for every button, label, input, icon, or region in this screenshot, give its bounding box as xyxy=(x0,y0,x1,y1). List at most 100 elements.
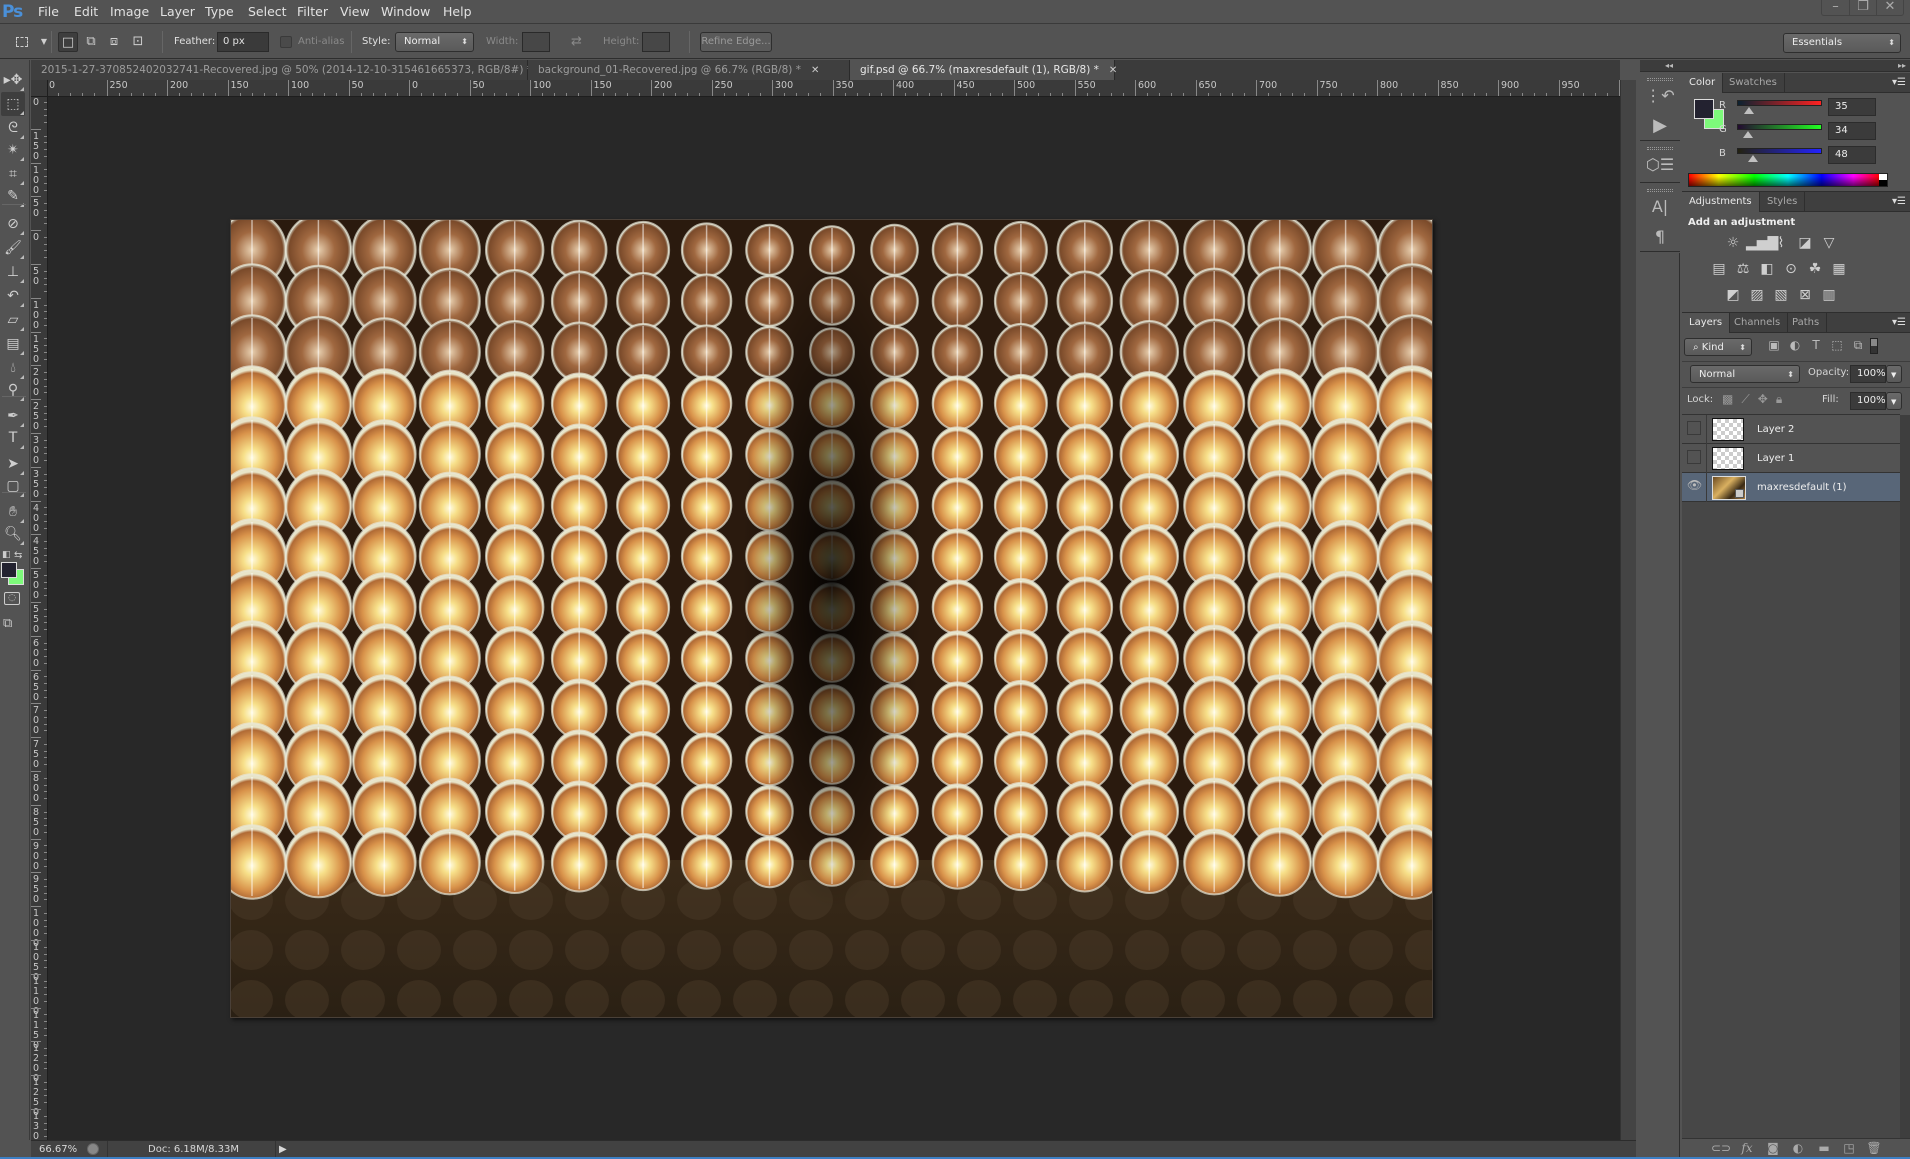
add-mask-icon[interactable]: ◙ xyxy=(1761,1139,1785,1157)
shape-tool-icon[interactable]: ▢ xyxy=(1,474,25,498)
vertical-ruler[interactable]: 0 150 100 50 0 50 100 150 200 250 300 350 400 450 500 5… xyxy=(31,97,48,1140)
screen-mode-icon[interactable]: ⧉ xyxy=(3,616,12,631)
panel-menu-icon[interactable]: ▾☰ xyxy=(1892,192,1906,212)
fill-dropdown-icon[interactable]: ▼ xyxy=(1886,392,1902,410)
lock-all-icon[interactable]: 🔒︎ xyxy=(1776,392,1782,407)
dodge-tool-icon[interactable]: ⚲ xyxy=(1,378,25,402)
new-selection-icon[interactable]: □ xyxy=(58,32,78,52)
add-to-selection-icon[interactable]: ⧉ xyxy=(81,32,101,52)
blur-tool-icon[interactable]: 💧︎ xyxy=(1,356,25,380)
character-icon[interactable]: A| xyxy=(1640,192,1680,222)
intersect-selection-icon[interactable]: ⊡ xyxy=(128,32,148,52)
lock-position-move-icon[interactable]: ✥ xyxy=(1758,392,1768,407)
hand-tool-icon[interactable]: ✋︎ xyxy=(1,500,25,524)
blue-slider-thumb[interactable] xyxy=(1747,155,1758,162)
close-tab-icon[interactable]: ✕ xyxy=(811,65,819,76)
black-white-icon[interactable]: ◧ xyxy=(1756,258,1778,280)
ruler-origin[interactable] xyxy=(31,80,48,97)
menu-select[interactable]: Select xyxy=(242,0,293,24)
paragraph-icon[interactable]: ¶ xyxy=(1640,222,1680,252)
vertical-scrollbar[interactable] xyxy=(1620,80,1636,1140)
layer-row-selected[interactable]: 👁︎ maxresdefault (1) xyxy=(1682,473,1900,502)
menu-file[interactable]: File xyxy=(32,0,65,24)
menu-image[interactable]: Image xyxy=(104,0,155,24)
smart-object-filter-icon[interactable]: ⧉ xyxy=(1849,338,1867,354)
marquee-tool-icon[interactable]: ⬚ xyxy=(1,92,25,116)
workspace-select[interactable]: Essentials ⬍ xyxy=(1783,33,1901,53)
menu-type[interactable]: Type xyxy=(199,0,240,24)
channel-mixer-icon[interactable]: ☘ xyxy=(1804,258,1826,280)
link-layers-icon[interactable]: ⊂⊃ xyxy=(1709,1139,1733,1157)
layer-filter-select[interactable]: ⌕ Kind ⬍ xyxy=(1684,338,1752,356)
photo-filter-icon[interactable]: ⊙ xyxy=(1780,258,1802,280)
levels-icon[interactable]: ▂▅▇ xyxy=(1746,232,1778,254)
menu-help[interactable]: Help xyxy=(437,0,478,24)
vibrance-icon[interactable]: ▽ xyxy=(1818,232,1840,254)
green-slider-thumb[interactable] xyxy=(1743,131,1754,138)
visibility-toggle[interactable] xyxy=(1687,421,1701,435)
tab-swatches[interactable]: Swatches xyxy=(1722,73,1785,93)
layer-name[interactable]: Layer 1 xyxy=(1757,444,1794,473)
layer-name[interactable]: maxresdefault (1) xyxy=(1757,473,1847,502)
red-slider-thumb[interactable] xyxy=(1743,107,1754,114)
lasso-tool-icon[interactable]: ᘓ xyxy=(1,116,25,140)
panel-menu-icon[interactable]: ▾☰ xyxy=(1892,73,1906,93)
healing-brush-tool-icon[interactable]: ⊘ xyxy=(1,212,25,236)
pen-tool-icon[interactable]: ✒ xyxy=(1,404,25,428)
shape-filter-icon[interactable]: ⬚ xyxy=(1828,338,1846,354)
adjustment-filter-icon[interactable]: ◐ xyxy=(1786,338,1804,354)
type-filter-icon[interactable]: T xyxy=(1807,338,1825,354)
pixel-filter-icon[interactable]: ▣ xyxy=(1765,338,1783,354)
default-colors-icon[interactable]: ◧ xyxy=(2,550,11,560)
tab-channels[interactable]: Channels xyxy=(1727,313,1789,333)
restore-icon[interactable]: ❐ xyxy=(1849,0,1876,16)
close-tab-icon[interactable]: ✕ xyxy=(1109,65,1117,76)
type-tool-icon[interactable]: T xyxy=(1,426,25,450)
threshold-icon[interactable]: ▧ xyxy=(1770,284,1792,306)
fill-input[interactable]: 100% xyxy=(1850,392,1886,410)
subtract-from-selection-icon[interactable]: ⧈ xyxy=(104,32,124,52)
layer-name[interactable]: Layer 2 xyxy=(1757,415,1794,444)
color-lookup-icon[interactable]: ▦ xyxy=(1828,258,1850,280)
invert-icon[interactable]: ◩ xyxy=(1722,284,1744,306)
blue-slider[interactable] xyxy=(1737,148,1822,154)
green-value-input[interactable]: 34 xyxy=(1828,122,1876,140)
menu-view[interactable]: View xyxy=(334,0,376,24)
blend-mode-select[interactable]: Normal ⬍ xyxy=(1690,365,1800,383)
anti-alias-checkbox[interactable] xyxy=(280,36,292,48)
style-select[interactable]: Normal ⬍ xyxy=(395,32,474,52)
gradient-tool-icon[interactable]: ▤ xyxy=(1,332,25,356)
horizontal-ruler[interactable]: 0 250 200 150 100 50 0 50 100 150 200 250 300 350 400 4… xyxy=(48,80,1620,97)
filter-toggle-switch[interactable] xyxy=(1870,338,1878,354)
new-adjustment-layer-icon[interactable]: ◐ xyxy=(1786,1139,1810,1157)
doc-tab-3-active[interactable]: gif.psd @ 66.7% (maxresdefault (1), RGB/… xyxy=(850,60,1117,80)
lock-transparency-icon[interactable]: ▩ xyxy=(1722,392,1733,407)
color-balance-icon[interactable]: ⚖ xyxy=(1732,258,1754,280)
quick-mask-icon[interactable]: ◌ xyxy=(4,592,20,605)
magic-wand-tool-icon[interactable]: ✴ xyxy=(1,138,25,162)
collapse-left-icon[interactable]: ◂◂ xyxy=(1665,60,1673,72)
clone-stamp-tool-icon[interactable]: ⊥ xyxy=(1,260,25,284)
tab-paths[interactable]: Paths xyxy=(1785,313,1828,333)
swap-dimensions-icon[interactable]: ⇄ xyxy=(571,25,582,59)
layer-row[interactable]: Layer 1 xyxy=(1682,444,1900,473)
exposure-icon[interactable]: ◪ xyxy=(1794,232,1816,254)
properties-icon[interactable]: ⬡☰ xyxy=(1640,150,1680,180)
color-spectrum-ramp[interactable] xyxy=(1688,173,1888,187)
path-selection-tool-icon[interactable]: ➤ xyxy=(1,452,25,476)
layer-row[interactable]: Layer 2 xyxy=(1682,415,1900,444)
history-icon[interactable]: ⋮↶ xyxy=(1640,81,1680,111)
brush-tool-icon[interactable]: 🖌︎ xyxy=(1,236,25,260)
toolbar-foreground-color[interactable] xyxy=(1,562,17,578)
hue-saturation-icon[interactable]: ▤ xyxy=(1708,258,1730,280)
collapse-right-icon[interactable]: ▸▸ xyxy=(1898,60,1906,72)
green-slider[interactable] xyxy=(1737,124,1822,130)
crop-tool-icon[interactable]: ⌗ xyxy=(1,162,25,186)
brightness-contrast-icon[interactable]: ☼ xyxy=(1722,232,1744,254)
foreground-color-swatch[interactable] xyxy=(1694,99,1714,119)
tab-layers[interactable]: Layers xyxy=(1682,313,1731,333)
selective-color-icon[interactable]: ⊠ xyxy=(1794,284,1816,306)
doc-tab-1[interactable]: 2015-1-27-370852402032741-Recovered.jpg … xyxy=(31,60,550,80)
minimize-icon[interactable]: – xyxy=(1822,0,1849,16)
eye-icon[interactable]: 👁︎ xyxy=(1687,479,1702,493)
